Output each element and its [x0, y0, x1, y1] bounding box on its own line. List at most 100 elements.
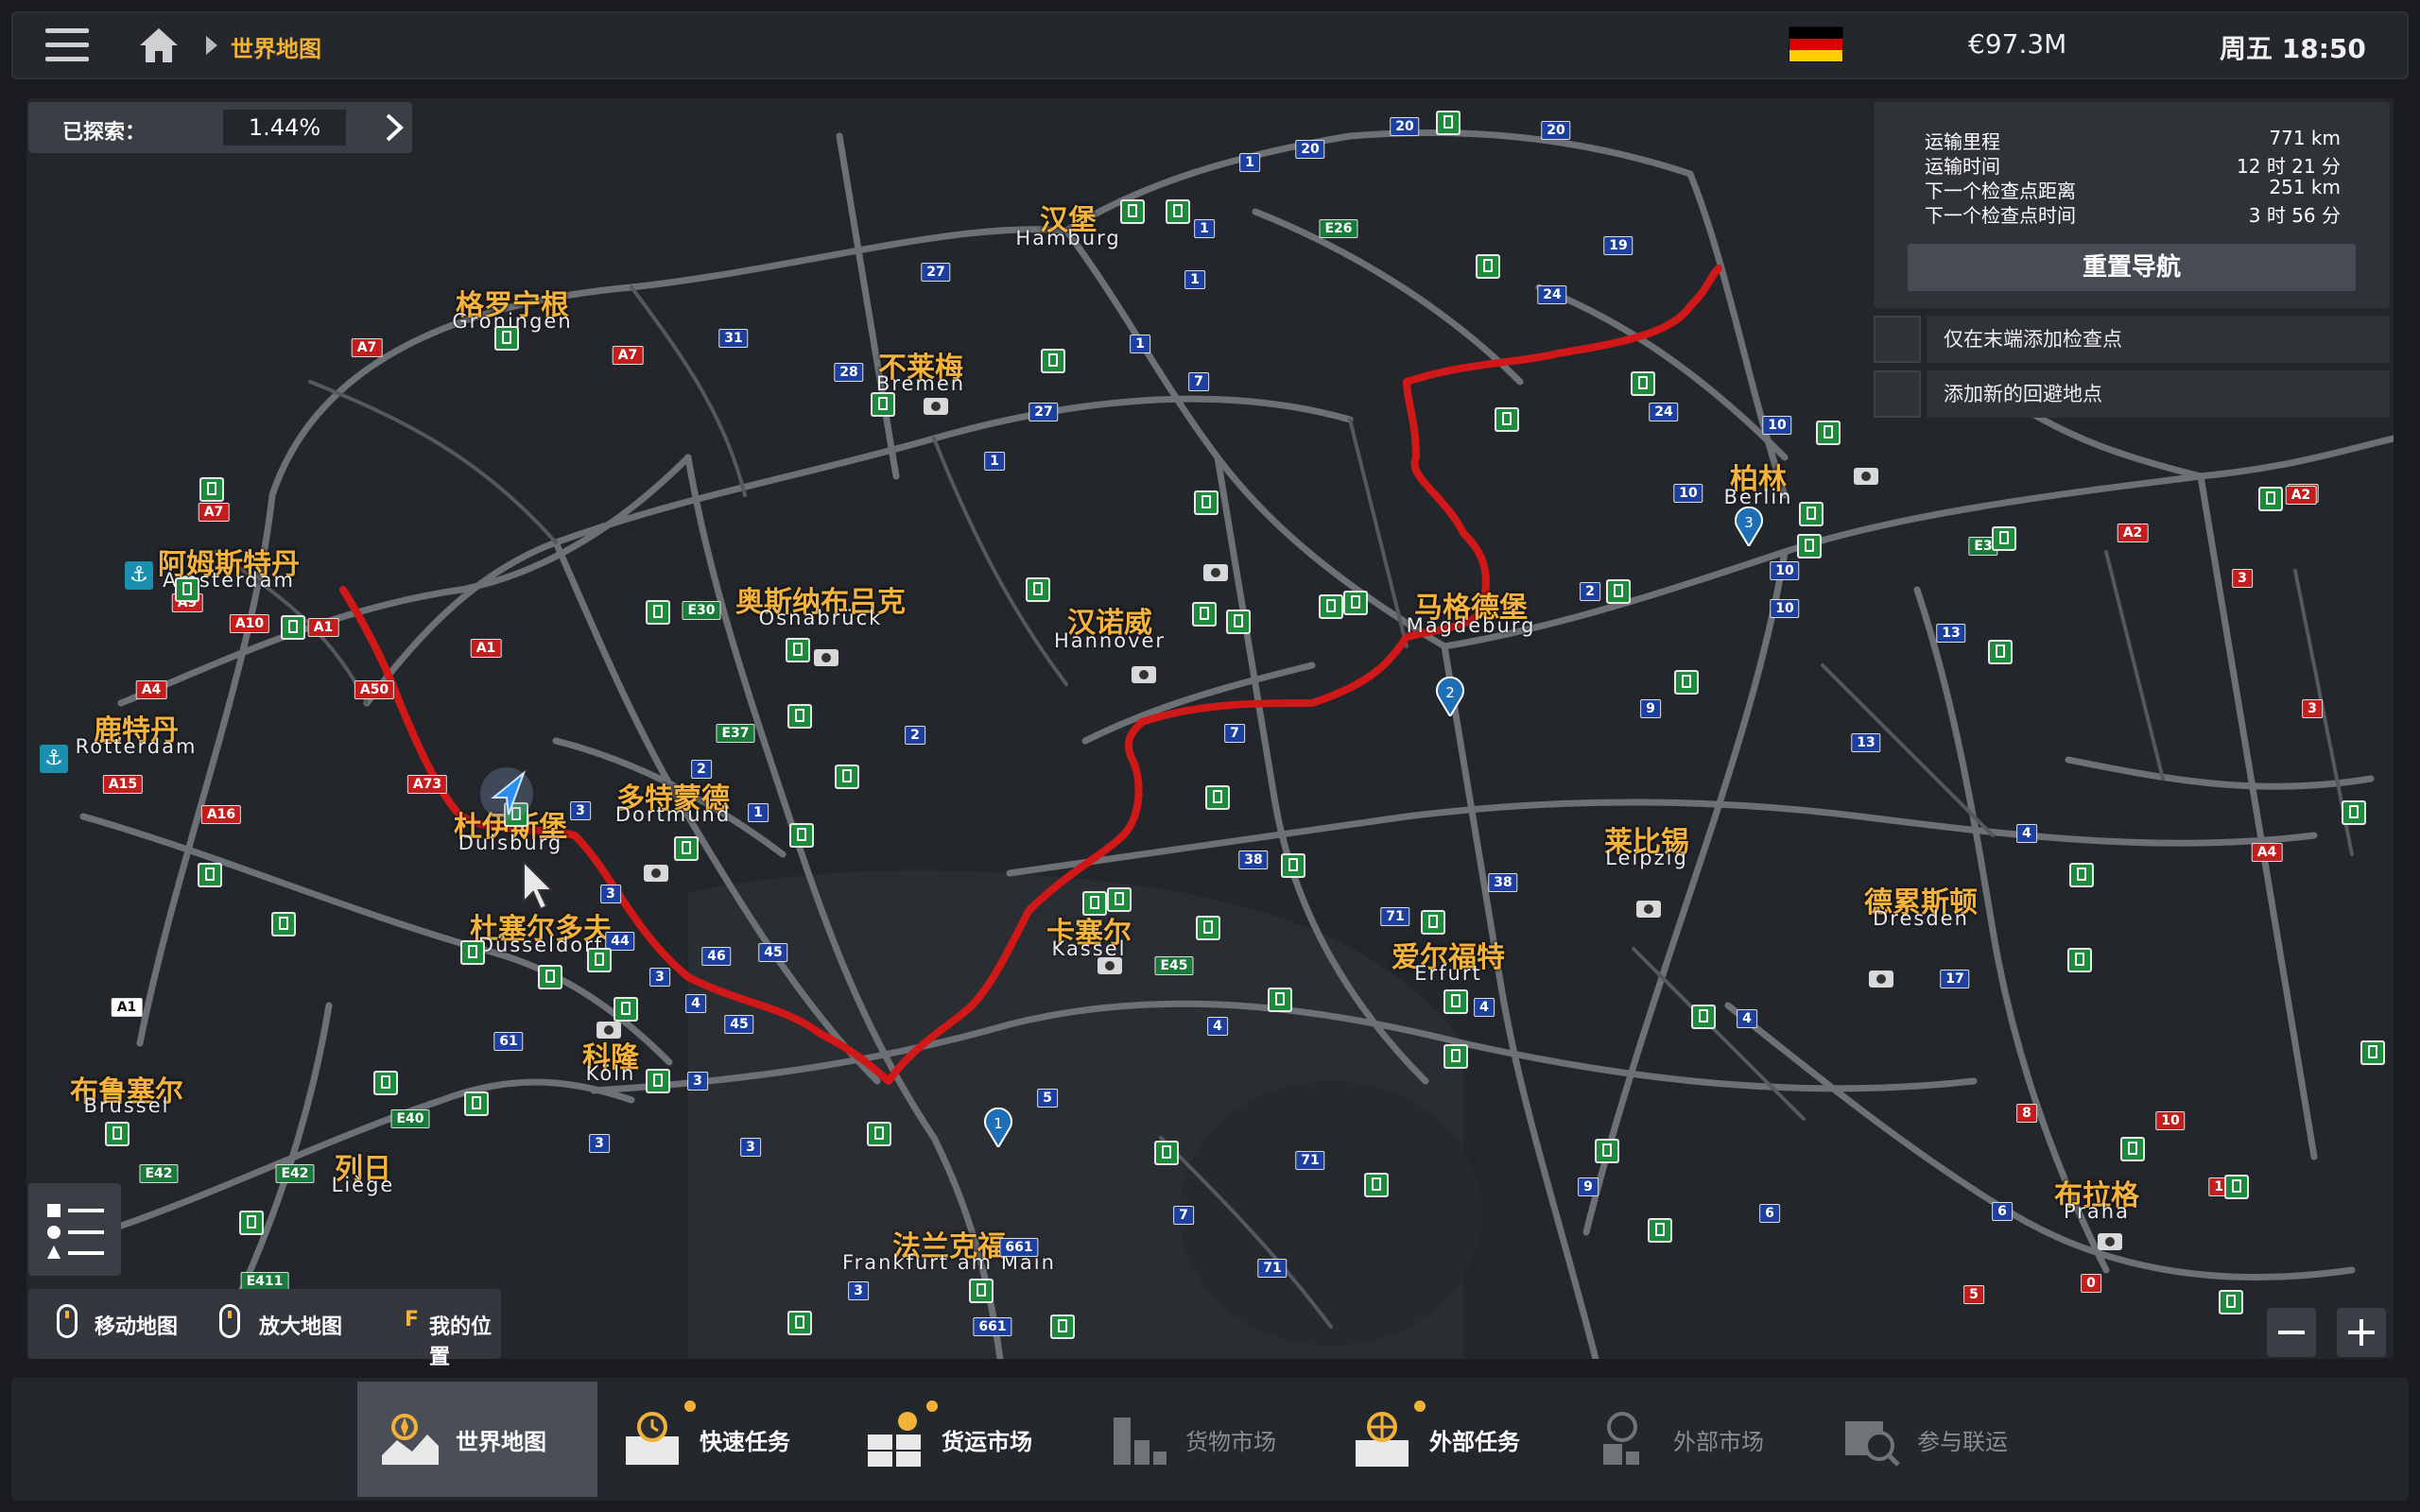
service-station-icon[interactable] — [787, 704, 812, 729]
tab-convoy[interactable]: 参与联运 — [1819, 1382, 2059, 1497]
service-station-icon[interactable] — [1364, 1173, 1389, 1197]
service-station-icon[interactable] — [1495, 407, 1519, 432]
service-station-icon[interactable] — [1194, 490, 1219, 515]
tab-cargo-market[interactable]: 货物市场 — [1087, 1382, 1327, 1497]
service-station-icon[interactable] — [1436, 111, 1461, 135]
breadcrumb[interactable]: 世界地图 — [231, 30, 321, 63]
service-station-icon[interactable] — [2120, 1137, 2145, 1161]
photo-spot-icon[interactable] — [1869, 971, 1893, 988]
service-station-icon[interactable] — [1192, 602, 1217, 627]
route-checkpoint-pin[interactable]: 1 — [983, 1108, 1013, 1147]
avoid-point-checkbox[interactable] — [1874, 370, 1921, 418]
service-station-icon[interactable] — [281, 615, 305, 640]
service-station-icon[interactable] — [1120, 199, 1145, 224]
tab-quick-jobs[interactable]: 快速任务 — [601, 1382, 841, 1497]
service-station-icon[interactable] — [460, 940, 485, 965]
end-checkpoint-checkbox[interactable] — [1874, 316, 1921, 363]
service-station-icon[interactable] — [787, 1311, 812, 1335]
home-icon[interactable] — [136, 25, 182, 66]
service-station-icon[interactable] — [786, 638, 810, 662]
service-station-icon[interactable] — [1595, 1139, 1619, 1163]
service-station-icon[interactable] — [2224, 1175, 2249, 1199]
service-station-icon[interactable] — [1648, 1218, 1672, 1243]
photo-spot-icon[interactable] — [1203, 564, 1228, 581]
tab-freight-market[interactable]: 货运市场 — [843, 1382, 1083, 1497]
service-station-icon[interactable] — [2219, 1290, 2243, 1314]
service-station-icon[interactable] — [2258, 487, 2283, 511]
service-station-icon[interactable] — [871, 392, 895, 417]
service-station-icon[interactable] — [867, 1122, 891, 1146]
service-station-icon[interactable] — [1154, 1141, 1179, 1165]
service-station-icon[interactable] — [1082, 891, 1107, 916]
service-station-icon[interactable] — [2360, 1040, 2385, 1065]
photo-spot-icon[interactable] — [1636, 901, 1661, 918]
photo-spot-icon[interactable] — [1854, 468, 1878, 485]
service-station-icon[interactable] — [2069, 863, 2094, 887]
map-legend-button[interactable] — [28, 1183, 121, 1276]
photo-spot-icon[interactable] — [1132, 666, 1156, 683]
photo-spot-icon[interactable] — [814, 649, 838, 666]
service-station-icon[interactable] — [614, 997, 638, 1022]
anchor-icon[interactable]: ⚓ — [40, 745, 68, 773]
service-station-icon[interactable] — [239, 1211, 264, 1235]
service-station-icon[interactable] — [1319, 594, 1343, 619]
tab-external-jobs[interactable]: 外部任务 — [1331, 1382, 1571, 1497]
service-station-icon[interactable] — [1041, 349, 1065, 373]
service-station-icon[interactable] — [1797, 534, 1822, 558]
service-station-icon[interactable] — [1421, 910, 1445, 935]
service-station-icon[interactable] — [198, 863, 222, 887]
zoom-in-button[interactable] — [2337, 1308, 2386, 1357]
service-station-icon[interactable] — [105, 1122, 130, 1146]
service-station-icon[interactable] — [1606, 579, 1631, 604]
photo-spot-icon[interactable] — [644, 865, 668, 882]
service-station-icon[interactable] — [1476, 254, 1500, 279]
photo-spot-icon[interactable] — [924, 398, 948, 415]
service-station-icon[interactable] — [2067, 948, 2092, 972]
end-checkpoint-label[interactable]: 仅在末端添加检查点 — [1927, 316, 2390, 363]
hamburger-menu-icon[interactable] — [45, 28, 89, 62]
service-station-icon[interactable] — [1205, 785, 1230, 810]
chevron-right-icon[interactable] — [380, 113, 408, 142]
service-station-icon[interactable] — [587, 948, 612, 972]
service-station-icon[interactable] — [1799, 502, 1824, 526]
service-station-icon[interactable] — [271, 912, 296, 936]
service-station-icon[interactable] — [1674, 670, 1699, 695]
photo-spot-icon[interactable] — [2098, 1233, 2122, 1250]
zoom-out-button[interactable] — [2267, 1308, 2316, 1357]
service-station-icon[interactable] — [2342, 800, 2366, 825]
service-station-icon[interactable] — [789, 823, 814, 848]
service-station-icon[interactable] — [1268, 988, 1292, 1012]
player-position-icon[interactable] — [476, 764, 537, 824]
photo-spot-icon[interactable] — [1098, 957, 1122, 974]
reset-navigation-button[interactable]: 重置导航 — [1908, 244, 2356, 291]
service-station-icon[interactable] — [1026, 577, 1050, 602]
service-station-icon[interactable] — [1107, 887, 1132, 912]
service-station-icon[interactable] — [1631, 371, 1655, 396]
service-station-icon[interactable] — [1691, 1005, 1716, 1029]
service-station-icon[interactable] — [373, 1071, 398, 1095]
service-station-icon[interactable] — [1166, 199, 1190, 224]
option-avoid-point[interactable]: 添加新的回避地点 — [1874, 370, 2390, 418]
service-station-icon[interactable] — [1196, 916, 1220, 940]
route-checkpoint-pin[interactable]: 2 — [1435, 677, 1465, 716]
tab-external-market[interactable]: 外部市场 — [1575, 1382, 1815, 1497]
service-station-icon[interactable] — [1281, 853, 1305, 878]
service-station-icon[interactable] — [646, 600, 670, 625]
service-station-icon[interactable] — [1050, 1314, 1075, 1339]
route-checkpoint-pin[interactable]: 3 — [1734, 507, 1764, 546]
service-station-icon[interactable] — [1443, 989, 1468, 1014]
service-station-icon[interactable] — [674, 836, 699, 861]
service-station-icon[interactable] — [494, 326, 519, 351]
service-station-icon[interactable] — [1343, 591, 1368, 615]
service-station-icon[interactable] — [464, 1091, 489, 1116]
service-station-icon[interactable] — [1443, 1044, 1468, 1069]
service-station-icon[interactable] — [969, 1279, 994, 1303]
option-end-checkpoint[interactable]: 仅在末端添加检查点 — [1874, 316, 2390, 363]
avoid-point-label[interactable]: 添加新的回避地点 — [1927, 370, 2390, 418]
service-station-icon[interactable] — [1992, 526, 2016, 551]
service-station-icon[interactable] — [175, 577, 199, 602]
service-station-icon[interactable] — [538, 965, 562, 989]
service-station-icon[interactable] — [646, 1069, 670, 1093]
service-station-icon[interactable] — [199, 477, 224, 502]
service-station-icon[interactable] — [835, 765, 859, 789]
